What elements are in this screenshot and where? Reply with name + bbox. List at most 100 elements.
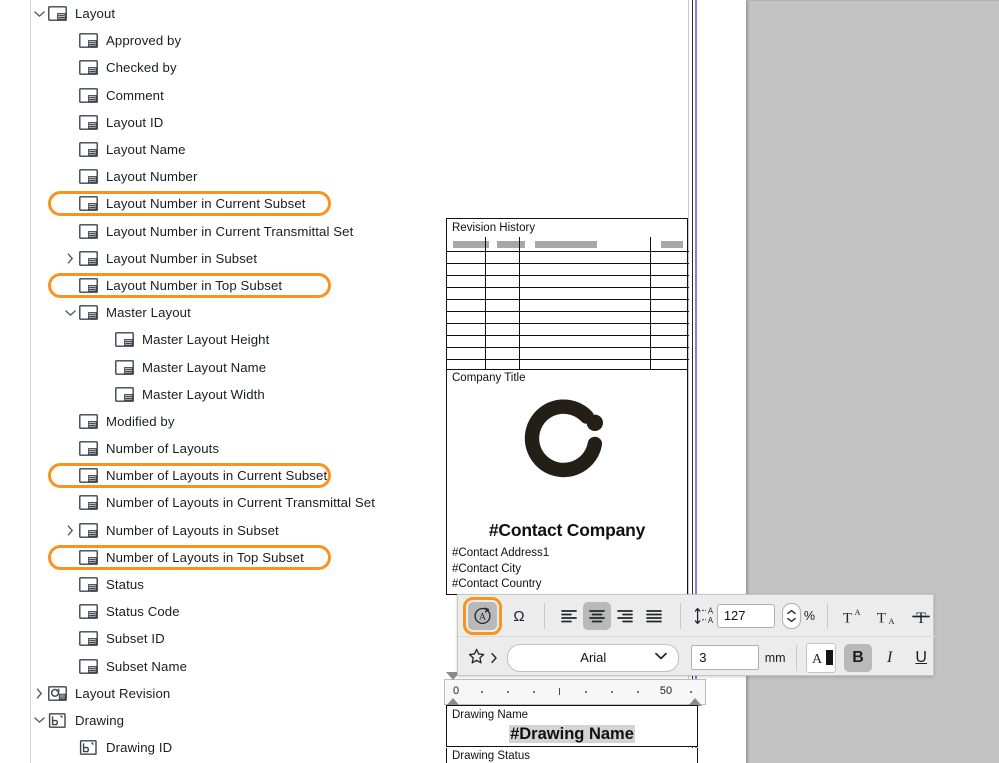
- tree-item-layout-id[interactable]: Layout ID: [30, 109, 436, 136]
- layout-sheet-icon: [79, 305, 98, 321]
- table-row-divider: [447, 287, 689, 289]
- tree-item-label: Layout Number in Subset: [106, 250, 258, 266]
- tree-item-drawing-id[interactable]: Drawing ID: [30, 734, 436, 761]
- tree-item-checked-by[interactable]: Checked by: [30, 54, 436, 81]
- align-right-button[interactable]: [611, 602, 639, 630]
- superscript-icon: T A: [843, 608, 861, 626]
- tree-expand-toggle[interactable]: [30, 707, 48, 734]
- text-ruler[interactable]: 0 50: [444, 672, 706, 706]
- layout-sheet-icon: [79, 495, 98, 511]
- toolbar-separator: [679, 602, 681, 629]
- line-spacing-stepper[interactable]: [781, 602, 801, 629]
- tree-item-status-code[interactable]: Status Code: [30, 598, 436, 625]
- tree-item-subset-id[interactable]: Subset ID: [30, 625, 436, 652]
- revision-history-header-row: [447, 237, 689, 251]
- drawing-status-block[interactable]: Drawing Status: [446, 748, 698, 763]
- align-left-button[interactable]: [555, 602, 583, 630]
- company-title-block[interactable]: Company Title #Contact Company #Contact …: [446, 370, 688, 595]
- tree-item-master-layout-name[interactable]: Master Layout Name: [30, 353, 436, 380]
- tree-item-number-of-layouts-in-subset[interactable]: Number of Layouts in Subset: [30, 517, 436, 544]
- rotate-text-button[interactable]: A: [463, 596, 503, 635]
- special-character-button[interactable]: Ω: [505, 602, 533, 630]
- layout-sheet-icon: [79, 60, 98, 76]
- tree-item-layout[interactable]: Layout: [30, 0, 436, 27]
- font-family-select[interactable]: Arial: [507, 643, 680, 672]
- text-color-swatch[interactable]: [825, 650, 833, 665]
- tree-expand-toggle[interactable]: [61, 299, 79, 326]
- company-logo: [447, 394, 687, 490]
- layout-sheet-icon: [115, 386, 134, 402]
- text-format-toolbar[interactable]: A Ω A A 127 % T A T A T Arial 3 mm A B I…: [457, 594, 935, 676]
- italic-button[interactable]: I: [876, 644, 904, 672]
- tree-item-number-of-layouts[interactable]: Number of Layouts: [30, 435, 436, 462]
- drawing-icon: [48, 713, 67, 728]
- tree-item-approved-by[interactable]: Approved by: [30, 27, 436, 54]
- drawing-name-block[interactable]: Drawing Name #Drawing Name: [446, 705, 698, 747]
- ruler-label: 50: [659, 685, 673, 697]
- layout-sheet-icon: [79, 658, 98, 674]
- tree-expand-toggle[interactable]: [61, 517, 79, 544]
- tree-item-subset-name[interactable]: Subset Name: [30, 653, 436, 680]
- text-color-button[interactable]: A: [806, 642, 837, 673]
- table-row-divider: [447, 359, 689, 361]
- layout-sheet-icon: [79, 414, 98, 429]
- chevron-right-icon: [36, 688, 43, 699]
- tree-expand-toggle[interactable]: [61, 245, 79, 272]
- bold-button[interactable]: B: [844, 643, 872, 672]
- tree-expand-toggle[interactable]: [30, 0, 48, 27]
- underline-button[interactable]: U: [907, 644, 935, 672]
- tree-item-label: Status Code: [106, 604, 180, 620]
- chevron-down-icon: [33, 10, 45, 17]
- strikethrough-button[interactable]: T: [907, 602, 935, 630]
- drawing-name-value[interactable]: #Drawing Name: [509, 725, 635, 743]
- chevron-down-icon: [33, 717, 45, 724]
- tree-item-modified-by[interactable]: Modified by: [30, 408, 436, 435]
- tree-item-layout-number[interactable]: Layout Number: [30, 163, 436, 190]
- tree-item-layout-number-in-current-subset[interactable]: Layout Number in Current Subset: [30, 190, 436, 217]
- drawing-status-label: Drawing Status: [452, 750, 530, 762]
- drawing-name-value-wrap[interactable]: #Drawing Name: [447, 725, 697, 744]
- chevron-right-icon: [67, 525, 74, 536]
- tree-item-layout-number-in-current-transmittal-set[interactable]: Layout Number in Current Transmittal Set: [30, 218, 436, 245]
- subscript-button[interactable]: T A: [872, 602, 900, 630]
- tree-item-label: Layout Name: [106, 142, 186, 158]
- tree-item-master-layout[interactable]: Master Layout: [30, 299, 436, 326]
- layout-sheet-icon: [79, 169, 98, 185]
- font-size-input[interactable]: 3: [691, 645, 759, 670]
- tree-item-label: Layout Number in Current Transmittal Set: [106, 223, 354, 239]
- drawing-icon: [48, 713, 66, 728]
- tree-item-layout-revision[interactable]: Layout Revision: [30, 680, 436, 707]
- tree-item-drawing[interactable]: Drawing: [30, 707, 436, 734]
- chevron-down-icon: [655, 652, 668, 660]
- tree-item-layout-name[interactable]: Layout Name: [30, 136, 436, 163]
- tree-item-label: Number of Layouts: [106, 441, 220, 457]
- chevron-up-icon: [787, 609, 796, 614]
- align-justify-button[interactable]: [640, 602, 668, 630]
- tree-item-comment[interactable]: Comment: [30, 82, 436, 109]
- ruler-tick: [481, 691, 483, 694]
- tree-item-master-layout-width[interactable]: Master Layout Width: [30, 381, 436, 408]
- tree-expand-toggle[interactable]: [30, 680, 48, 707]
- layout-sheet-icon: [79, 577, 98, 592]
- revision-history-block[interactable]: Revision History: [446, 218, 689, 371]
- line-spacing-input[interactable]: 127: [716, 603, 775, 628]
- line-spacing-unit: %: [803, 608, 815, 623]
- tree-item-label: Number of Layouts in Current Subset: [106, 468, 328, 484]
- tree-item-layout-number-in-top-subset[interactable]: Layout Number in Top Subset: [30, 272, 436, 299]
- favorite-styles-button[interactable]: [468, 647, 498, 668]
- tree-item-layout-number-in-subset[interactable]: Layout Number in Subset: [30, 245, 436, 272]
- tree-item-number-of-layouts-in-current-subset[interactable]: Number of Layouts in Current Subset: [30, 462, 436, 489]
- layout-sheet-icon: [79, 631, 98, 647]
- table-column-divider: [519, 237, 521, 371]
- align-center-button[interactable]: [582, 601, 612, 630]
- ci-ring-logo-icon: [524, 399, 603, 478]
- line-spacing-control[interactable]: A A 127 %: [693, 602, 815, 629]
- tree-item-master-layout-height[interactable]: Master Layout Height: [30, 326, 436, 353]
- field-tree-list[interactable]: Layout Approved by Checked by Comment Layout…: [30, 0, 436, 763]
- tree-item-number-of-layouts-in-top-subset[interactable]: Number of Layouts in Top Subset: [30, 544, 436, 571]
- superscript-button[interactable]: T A: [838, 602, 866, 630]
- tree-item-status[interactable]: Status: [30, 571, 436, 598]
- table-row-divider: [447, 275, 689, 277]
- font-family-value: Arial: [580, 650, 607, 665]
- tree-item-number-of-layouts-in-current-transmittal-set[interactable]: Number of Layouts in Current Transmittal…: [30, 489, 436, 516]
